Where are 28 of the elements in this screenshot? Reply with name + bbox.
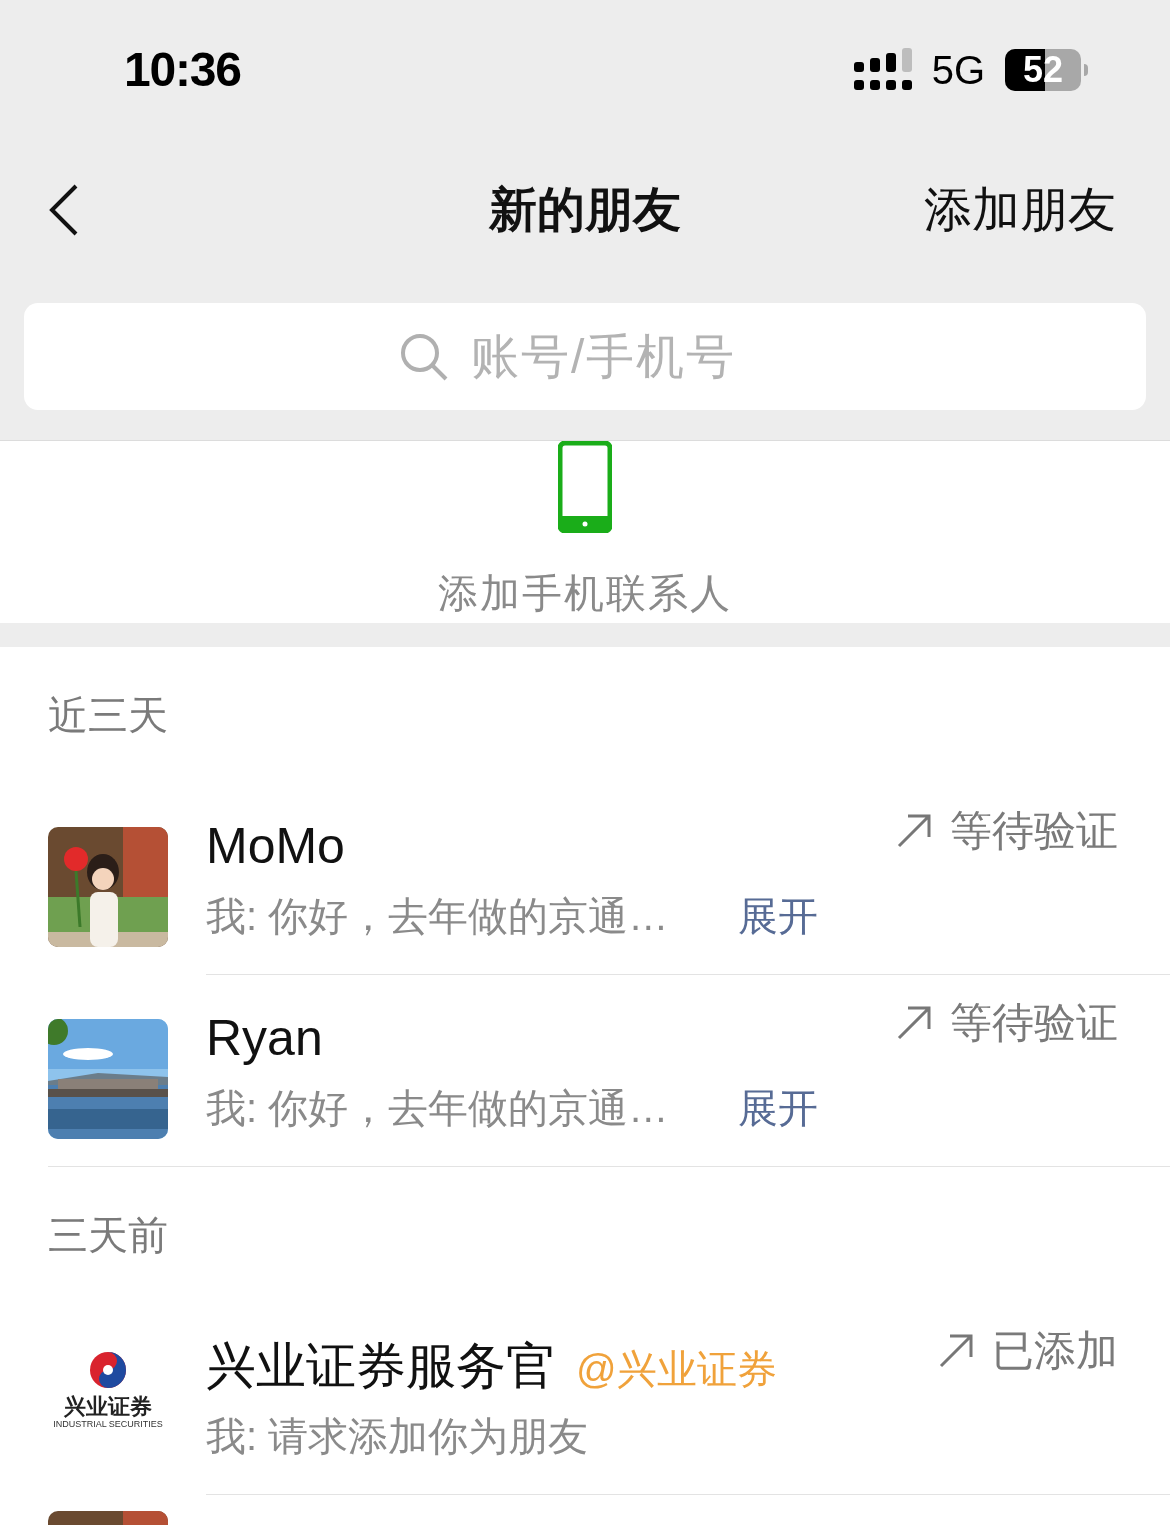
search-icon xyxy=(399,331,449,382)
expand-link[interactable]: 展开 xyxy=(738,886,819,946)
search-field[interactable]: 账号/手机号 xyxy=(471,320,771,393)
message-preview: 我: 你好，去年做的京通… xyxy=(206,893,669,940)
section-header: 近三天 xyxy=(47,692,169,739)
page-title: 新的朋友 xyxy=(489,182,681,238)
message-preview: 我: 你好，去年做的京通… xyxy=(206,1085,669,1132)
expand-link[interactable]: 展开 xyxy=(738,1078,819,1138)
request-status: 等待验证 xyxy=(896,991,1118,1054)
arrow-icon xyxy=(896,1004,932,1041)
logo-subtext: INDUSTRIAL SECURITIES xyxy=(53,1419,163,1429)
logo-icon xyxy=(88,1349,128,1390)
message-preview: 我: 请求添加你为朋友 xyxy=(206,1413,589,1460)
section-header: 三天前 xyxy=(47,1212,169,1259)
arrow-icon xyxy=(938,1332,974,1369)
contact-name: Ryan xyxy=(206,1009,323,1068)
contact-name: 兴业证券服务官 xyxy=(206,1337,556,1396)
source-tag: @兴业证券 xyxy=(576,1339,777,1399)
logo-text: 兴业证券 xyxy=(64,1395,152,1418)
status-time: 10:36 xyxy=(124,42,241,98)
request-status: 等待验证 xyxy=(896,799,1118,862)
add-friends-button[interactable]: 添加朋友 xyxy=(924,174,1116,246)
request-status: 已添加 xyxy=(938,1319,1118,1382)
arrow-icon xyxy=(896,812,932,849)
phone-icon xyxy=(558,441,612,533)
contact-name: MoMo xyxy=(206,817,345,876)
network-label: 5G xyxy=(931,47,985,94)
signal-icon xyxy=(853,48,912,92)
